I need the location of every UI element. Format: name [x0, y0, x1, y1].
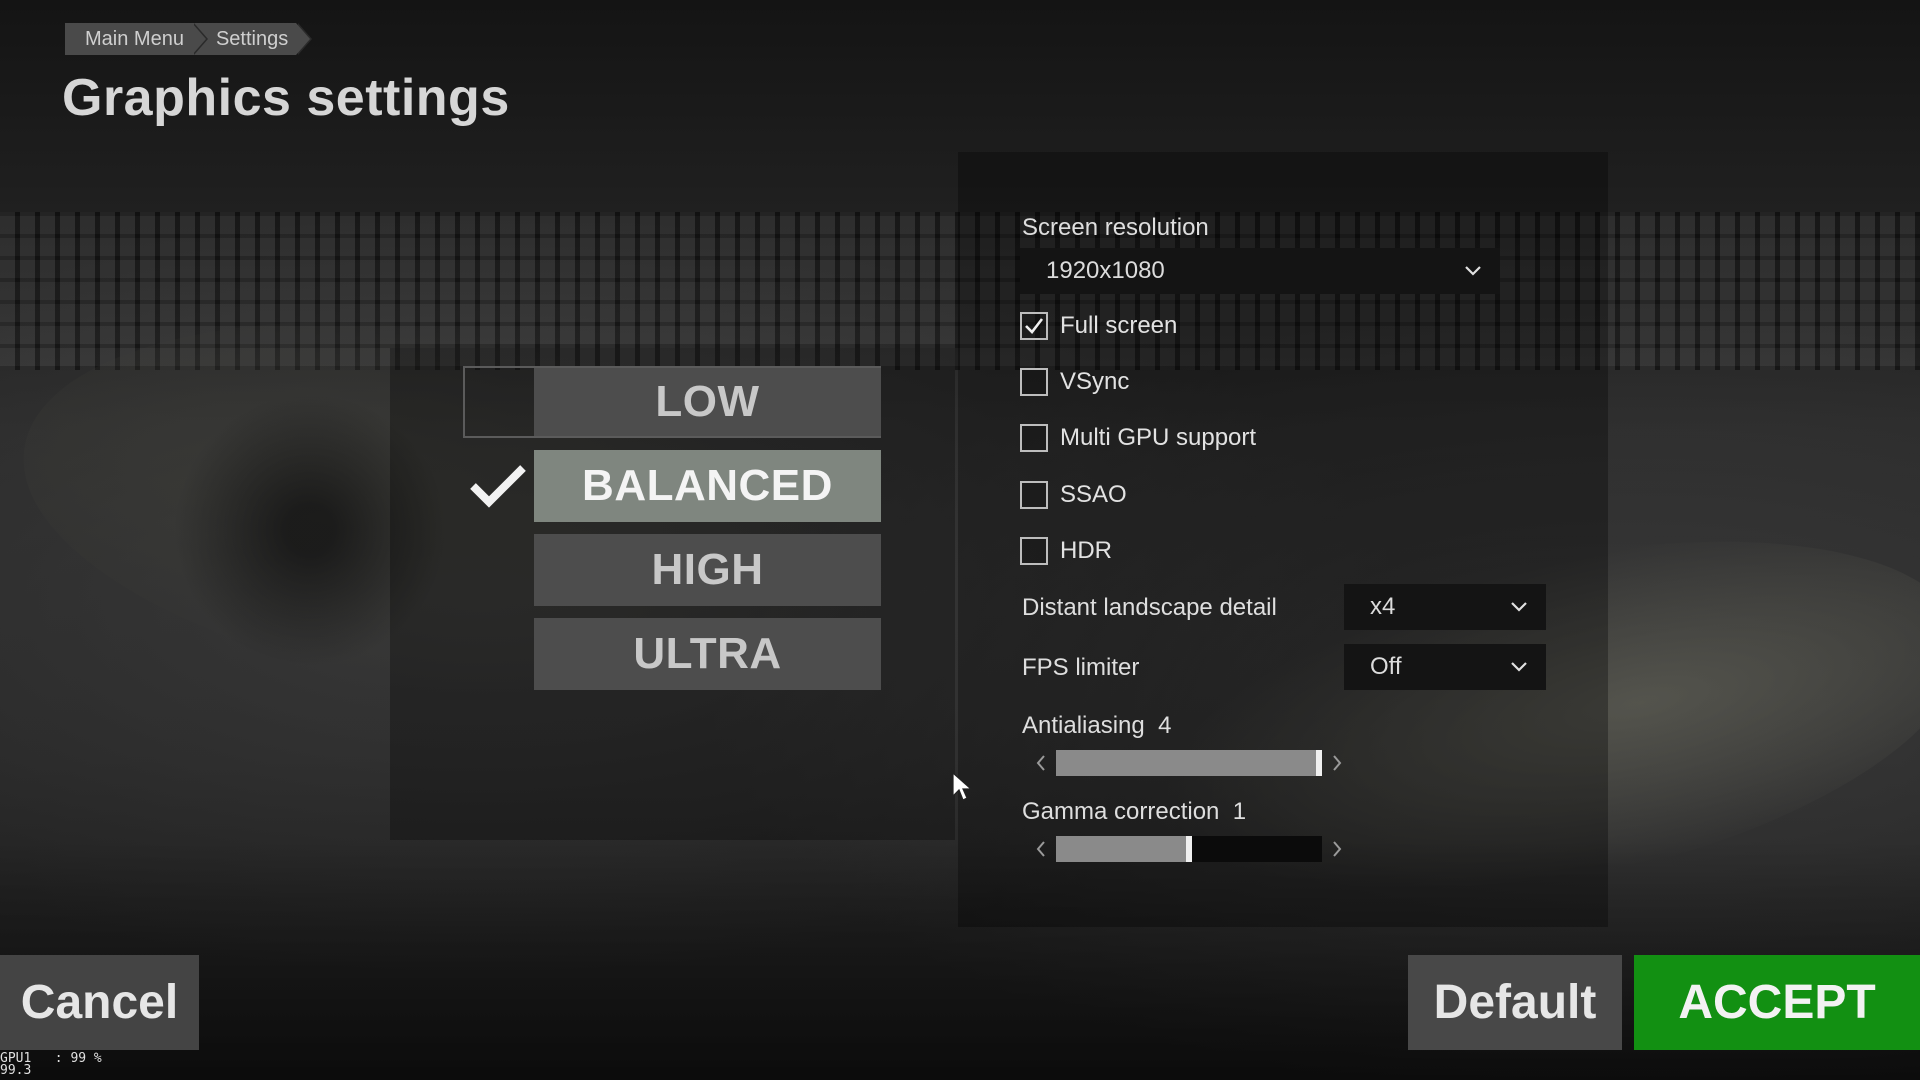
fps-limiter-dropdown[interactable]: Off — [1344, 644, 1546, 690]
mouse-cursor-icon — [952, 771, 973, 807]
gpu-overlay: GPU1 : 99 % 99.3 — [0, 1052, 102, 1078]
gamma-label-text: Gamma correction — [1022, 798, 1220, 825]
distant-landscape-label: Distant landscape detail — [1022, 594, 1277, 621]
cancel-button[interactable]: Cancel — [0, 955, 199, 1050]
ssao-checkbox[interactable] — [1020, 481, 1048, 509]
fullscreen-checkbox-row[interactable]: Full screen — [1020, 310, 1177, 342]
preset-check-slot — [463, 534, 533, 606]
gamma-track[interactable] — [1056, 836, 1322, 862]
distant-landscape-dropdown[interactable]: x4 — [1344, 584, 1546, 630]
page-title: Graphics settings — [62, 69, 510, 127]
preset-ultra[interactable]: ULTRA — [463, 618, 881, 690]
chevron-right-icon[interactable] — [1326, 836, 1348, 862]
multi-gpu-checkbox-row[interactable]: Multi GPU support — [1020, 422, 1256, 454]
preset-high[interactable]: HIGH — [463, 534, 881, 606]
antialiasing-label: Antialiasing 4 — [1022, 712, 1171, 740]
vsync-label: VSync — [1060, 368, 1130, 395]
hdr-checkbox[interactable] — [1020, 537, 1048, 565]
preset-balanced-button[interactable]: BALANCED — [534, 450, 881, 522]
gamma-label: Gamma correction 1 — [1022, 798, 1246, 826]
gpu-fps-text: 99.3 — [0, 1063, 32, 1078]
chevron-down-icon — [1510, 658, 1528, 676]
preset-check-slot — [465, 366, 535, 438]
gamma-slider[interactable] — [1030, 836, 1348, 862]
gamma-value: 1 — [1232, 798, 1247, 825]
chevron-down-icon — [1464, 262, 1482, 280]
fullscreen-checkbox[interactable] — [1020, 312, 1048, 340]
hdr-checkbox-row[interactable]: HDR — [1020, 535, 1112, 567]
chevron-right-icon[interactable] — [1326, 750, 1348, 776]
screen-resolution-value: 1920x1080 — [1046, 257, 1165, 284]
multi-gpu-checkbox[interactable] — [1020, 424, 1048, 452]
breadcrumb-label: Settings — [215, 28, 289, 50]
preset-high-button[interactable]: HIGH — [534, 534, 881, 606]
ssao-checkbox-row[interactable]: SSAO — [1020, 479, 1127, 511]
breadcrumb: Main Menu Settings — [65, 23, 313, 55]
chevron-left-icon[interactable] — [1030, 750, 1052, 776]
checkmark-icon — [463, 450, 533, 522]
breadcrumb-label: Main Menu — [85, 28, 184, 50]
preset-low[interactable]: LOW — [463, 366, 881, 438]
breadcrumb-main-menu[interactable]: Main Menu — [65, 23, 208, 55]
hdr-label: HDR — [1060, 537, 1112, 564]
antialiasing-track[interactable] — [1056, 750, 1322, 776]
antialiasing-slider[interactable] — [1030, 750, 1348, 776]
preset-balanced[interactable]: BALANCED — [463, 450, 881, 522]
preset-low-button[interactable]: LOW — [534, 368, 881, 436]
antialiasing-thumb[interactable] — [1316, 750, 1322, 776]
fps-limiter-value: Off — [1370, 653, 1402, 680]
gamma-thumb[interactable] — [1186, 836, 1192, 862]
ssao-label: SSAO — [1060, 481, 1127, 508]
vsync-checkbox-row[interactable]: VSync — [1020, 366, 1129, 398]
gamma-fill — [1056, 836, 1189, 862]
checkmark-icon — [1025, 318, 1044, 334]
vsync-checkbox[interactable] — [1020, 368, 1048, 396]
chevron-down-icon — [1510, 598, 1528, 616]
multi-gpu-label: Multi GPU support — [1060, 424, 1257, 451]
chevron-left-icon[interactable] — [1030, 836, 1052, 862]
default-button[interactable]: Default — [1408, 955, 1622, 1050]
fps-limiter-label: FPS limiter — [1022, 654, 1140, 681]
antialiasing-fill — [1056, 750, 1322, 776]
screen-resolution-label: Screen resolution — [1022, 214, 1209, 241]
preset-ultra-button[interactable]: ULTRA — [534, 618, 881, 690]
antialiasing-value: 4 — [1158, 712, 1172, 739]
accept-button[interactable]: ACCEPT — [1634, 955, 1920, 1050]
antialiasing-label-text: Antialiasing — [1022, 712, 1145, 739]
preset-check-slot — [463, 618, 533, 690]
distant-landscape-value: x4 — [1370, 593, 1396, 620]
screen-resolution-dropdown[interactable]: 1920x1080 — [1020, 248, 1500, 294]
fullscreen-label: Full screen — [1060, 312, 1178, 339]
